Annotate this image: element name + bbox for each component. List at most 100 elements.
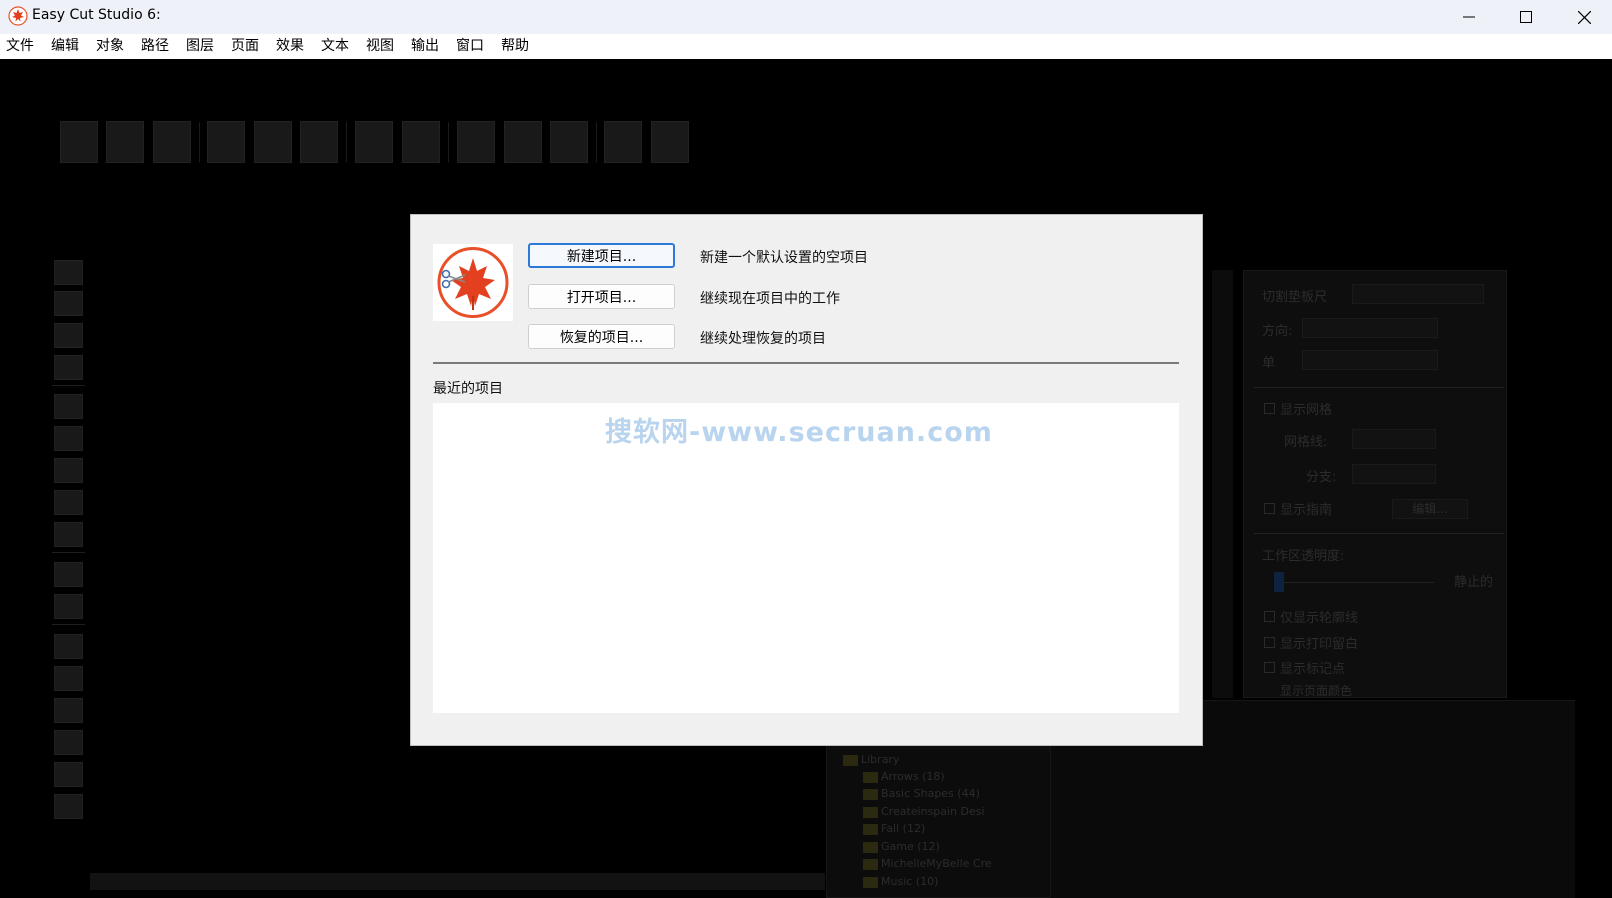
show-guides-checkbox [1264, 503, 1275, 514]
library-item: Game (12) [881, 840, 940, 853]
library-root: Library [861, 753, 900, 766]
show-grid-label: 显示网格 [1280, 403, 1333, 418]
folder-icon [863, 789, 878, 800]
folder-icon [843, 755, 858, 766]
toolbar-trace-button [457, 121, 495, 163]
library-item: Basic Shapes (44) [881, 787, 980, 800]
tool-weld [54, 698, 83, 723]
toolbar-new-button [60, 121, 98, 163]
title-bar: Easy Cut Studio 6: [0, 0, 1612, 34]
tool-eraser [54, 490, 83, 515]
menu-file[interactable]: 文件 [6, 34, 34, 59]
folder-icon [863, 842, 878, 853]
dialog-logo [433, 244, 513, 321]
close-button[interactable] [1555, 0, 1612, 34]
tool-pen [54, 394, 83, 419]
toolbar-separator [596, 122, 597, 162]
toolbar-star-button [550, 121, 588, 163]
menu-edit[interactable]: 编辑 [51, 34, 79, 59]
toolbar-redo-button [402, 121, 440, 163]
toolbar-image-button [504, 121, 542, 163]
window-title: Easy Cut Studio 6: [32, 7, 161, 23]
workspace-transparency-label: 工作区透明度: [1262, 549, 1345, 564]
show-guides-label: 显示指南 [1280, 503, 1333, 518]
transparency-slider-track [1274, 582, 1434, 583]
direction-label: 方向: [1262, 324, 1293, 339]
toolbar-edit-button [651, 121, 689, 163]
startup-dialog: 新建项目... 新建一个默认设置的空项目 打开项目... 继续现在项目中的工作 … [410, 214, 1203, 746]
library-item: Arrows (18) [881, 770, 945, 783]
menu-view[interactable]: 视图 [366, 34, 394, 59]
maximize-icon [1520, 11, 1532, 23]
menu-text[interactable]: 文本 [321, 34, 349, 59]
folder-icon [863, 807, 878, 818]
menu-help[interactable]: 帮助 [501, 34, 529, 59]
subdivisions-label: 分支: [1306, 470, 1337, 485]
guides-edit-button: 编辑... [1392, 499, 1468, 519]
show-print-margin-label: 显示打印留白 [1280, 637, 1359, 652]
menu-layer[interactable]: 图层 [186, 34, 214, 59]
cutting-mat-label: 切割垫板尺 [1262, 290, 1328, 305]
cutting-mat-select [1352, 284, 1484, 304]
tool-separator [52, 385, 85, 386]
recover-project-description: 继续处理恢复的项目 [700, 331, 826, 347]
tool-eyedropper [54, 562, 83, 587]
canvas-horizontal-scrollbar [90, 873, 825, 890]
folder-icon [863, 877, 878, 888]
new-project-button[interactable]: 新建项目... [528, 243, 675, 268]
tool-fill [54, 522, 83, 547]
toolbar-cut-button [207, 121, 245, 163]
show-grid-checkbox [1264, 403, 1275, 414]
minimize-button[interactable] [1440, 0, 1498, 34]
toolbar-separator [346, 122, 347, 162]
toolbar-zoom-button [604, 121, 642, 163]
library-item: Music (10) [881, 875, 939, 888]
library-item: Fall (12) [881, 822, 926, 835]
show-print-margin-checkbox [1264, 637, 1275, 648]
unit-select [1302, 350, 1438, 370]
tool-pencil [54, 426, 83, 451]
tool-rectangle [54, 594, 83, 619]
show-outline-only-checkbox [1264, 611, 1275, 622]
recent-projects-label: 最近的项目 [433, 381, 503, 397]
tool-lasso [54, 291, 83, 316]
menu-window[interactable]: 窗口 [456, 34, 484, 59]
toolbar-open-button [106, 121, 144, 163]
tool-knife [54, 634, 83, 659]
toolbar-separator [199, 122, 200, 162]
toolbar-separator [448, 122, 449, 162]
maple-leaf-logo-icon [8, 6, 28, 26]
toolbar-save-button [153, 121, 191, 163]
direction-select [1302, 318, 1438, 338]
unit-label: 单 [1262, 356, 1276, 371]
tool-polygon [54, 666, 83, 691]
minimize-icon [1463, 16, 1475, 18]
menu-output[interactable]: 输出 [411, 34, 439, 59]
menu-page[interactable]: 页面 [231, 34, 259, 59]
open-project-button[interactable]: 打开项目... [528, 284, 675, 309]
recent-projects-list[interactable] [433, 403, 1179, 713]
tool-zoom [54, 730, 83, 755]
tool-text [54, 355, 83, 380]
toolbar-paste-button [300, 121, 338, 163]
menu-path[interactable]: 路径 [141, 34, 169, 59]
recover-project-button[interactable]: 恢复的项目... [528, 324, 675, 349]
tool-separator [52, 624, 85, 625]
maximize-button[interactable] [1497, 0, 1555, 34]
grid-lines-label: 网格线: [1284, 435, 1328, 450]
tool-measure [54, 762, 83, 787]
menu-effect[interactable]: 效果 [276, 34, 304, 59]
still-label: 静止的 [1454, 575, 1494, 590]
transparency-slider-thumb [1274, 572, 1284, 592]
open-project-description: 继续现在项目中的工作 [700, 291, 840, 307]
show-outline-only-label: 仅显示轮廓线 [1280, 611, 1359, 626]
show-marks-checkbox [1264, 662, 1275, 673]
close-icon [1577, 10, 1591, 24]
menu-object[interactable]: 对象 [96, 34, 124, 59]
tool-hand [54, 794, 83, 819]
tool-node [54, 323, 83, 348]
panel-collapse-strip [1212, 270, 1233, 698]
folder-icon [863, 772, 878, 783]
show-page-color-label: 显示页面颜色 [1280, 684, 1353, 698]
menu-bar: 文件 编辑 对象 路径 图层 页面 效果 文本 视图 输出 窗口 帮助 [0, 34, 1612, 59]
